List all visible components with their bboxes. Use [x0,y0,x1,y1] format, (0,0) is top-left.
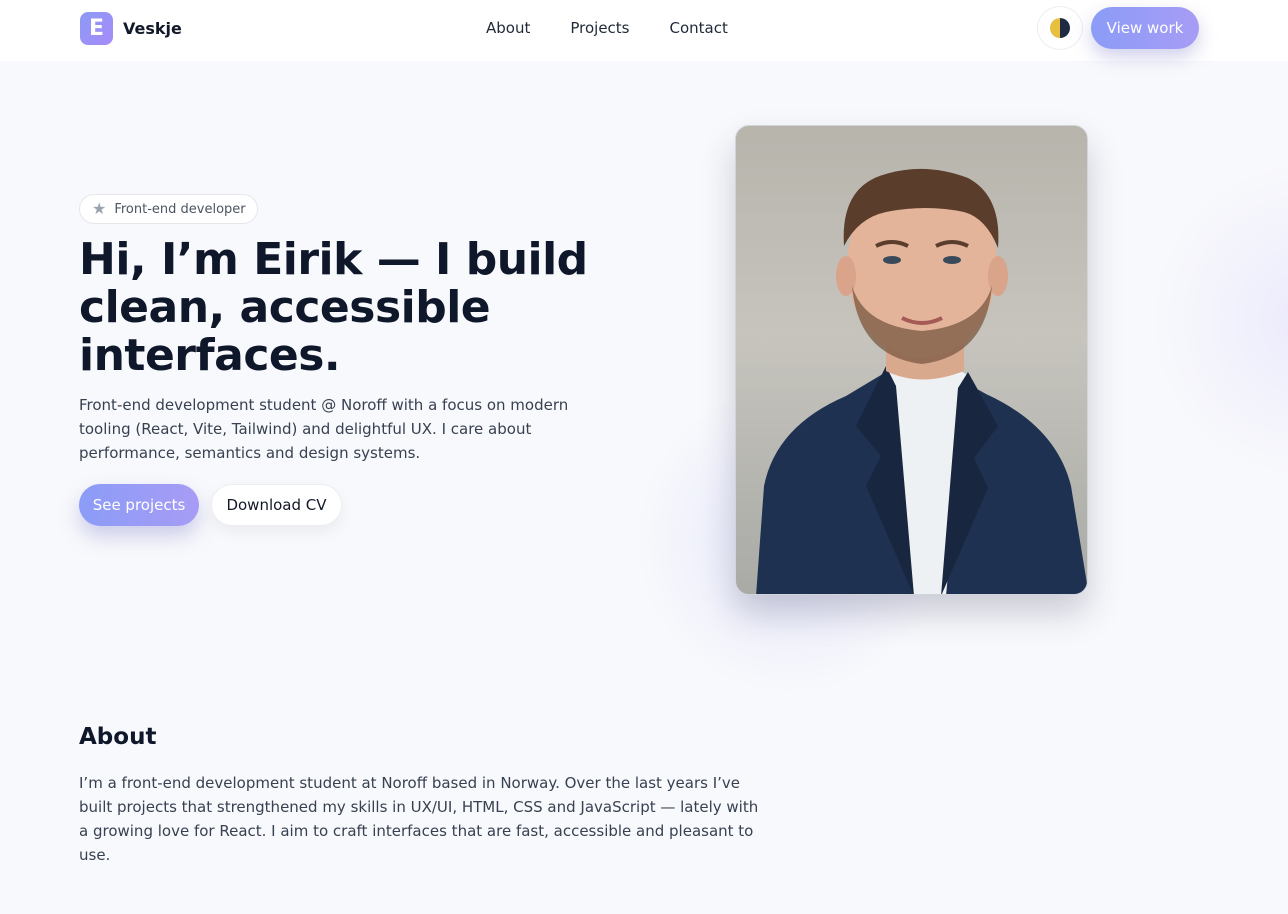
nav-about[interactable]: About [486,19,530,37]
star-icon: ★ [92,199,107,218]
logo-icon: E [80,12,113,45]
see-projects-button[interactable]: See projects [79,484,199,526]
portrait-illustration [756,168,1087,594]
download-cv-button[interactable]: Download CV [211,484,342,526]
about-heading: About [79,724,157,750]
brand-name: Veskje [123,19,182,38]
half-moon-icon [1050,18,1070,38]
profile-photo [735,125,1088,595]
site-header: E Veskje About Projects Contact View wor… [0,0,1288,61]
nav-contact[interactable]: Contact [670,19,728,37]
role-badge: ★ Front-end developer [79,194,258,224]
portfolio-page: E Veskje About Projects Contact View wor… [0,0,1288,914]
logo-letter: E [88,15,105,41]
background-glow [1150,160,1288,480]
about-text: I’m a front-end development student at N… [79,774,759,864]
theme-toggle-button[interactable] [1037,6,1083,50]
view-work-button[interactable]: View work [1091,7,1199,49]
hero-title: Hi, I’m Eirik — I build clean, accessibl… [79,234,588,381]
main-nav: About Projects Contact [486,19,728,37]
badge-text: Front-end developer [114,201,246,217]
nav-projects[interactable]: Projects [570,19,629,37]
hero-subtitle: Front-end development student @ Noroff w… [79,396,569,462]
brand-link[interactable]: E Veskje [80,12,182,45]
